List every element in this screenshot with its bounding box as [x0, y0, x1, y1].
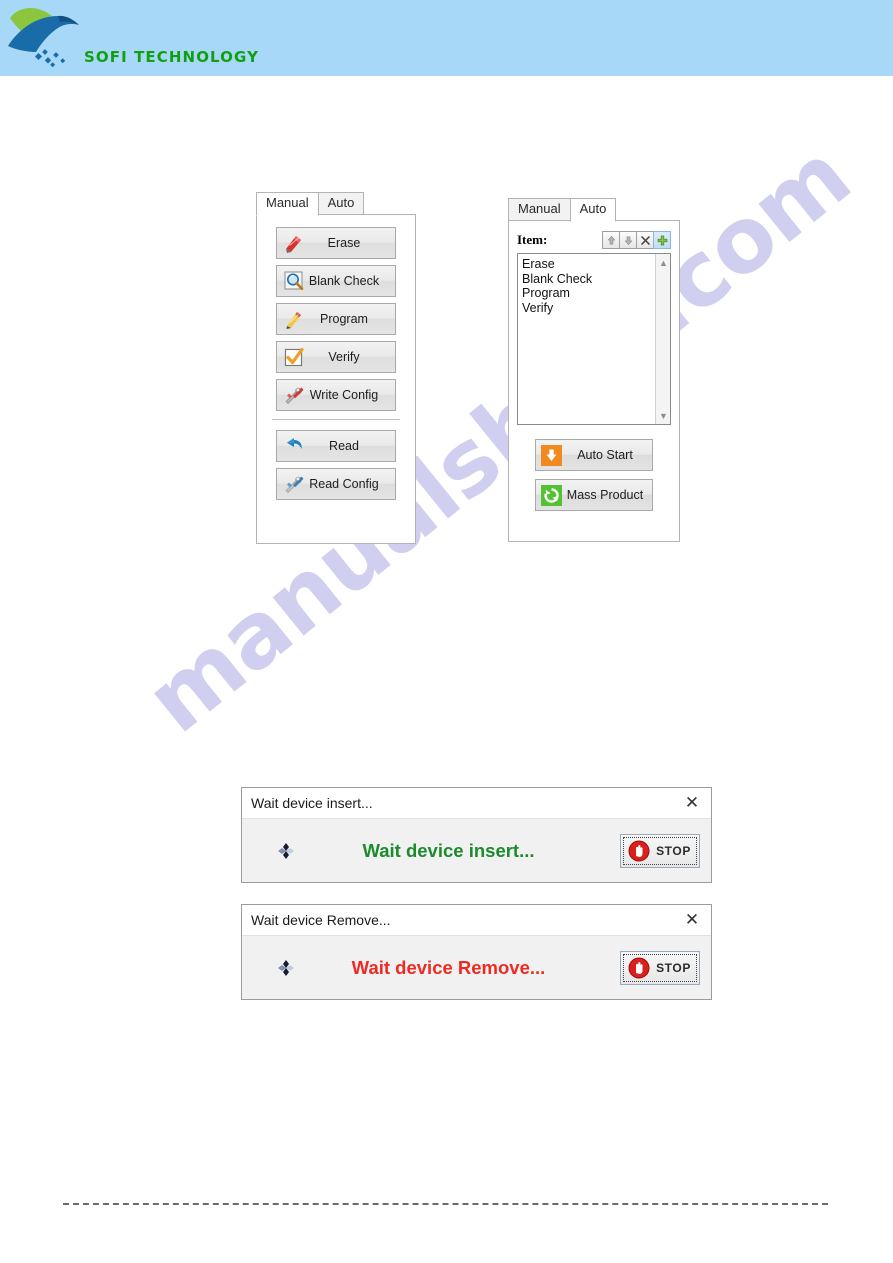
- tab-manual[interactable]: Manual: [256, 192, 319, 216]
- page-header: SOFI TECHNOLOGY: [0, 0, 893, 76]
- erase-button[interactable]: Erase: [276, 227, 396, 259]
- program-button[interactable]: Program: [276, 303, 396, 335]
- list-item[interactable]: Program: [522, 286, 655, 301]
- tab-manual-2[interactable]: Manual: [508, 198, 571, 221]
- bird-logo: [8, 8, 79, 68]
- stop-hand-icon: [627, 956, 651, 980]
- dialog-titlebar: Wait device Remove... ✕: [242, 905, 711, 936]
- read-config-button[interactable]: Read Config: [276, 468, 396, 500]
- busy-spinner-icon: [275, 957, 297, 979]
- row-read: Read: [257, 430, 415, 462]
- stop-button-label: STOP: [656, 960, 691, 975]
- dialog-message: Wait device Remove...: [351, 956, 546, 978]
- dialog-titlebar: Wait device insert... ✕: [242, 788, 711, 819]
- auto-start-button-label: Auto Start: [577, 448, 633, 462]
- dialog-title: Wait device insert...: [251, 795, 373, 811]
- row-write-config: Write Config: [257, 379, 415, 411]
- list-item[interactable]: Verify: [522, 301, 655, 316]
- page-root: SOFI TECHNOLOGY manualshive.com Manual A…: [0, 0, 893, 1263]
- scroll-down-icon[interactable]: ▼: [656, 408, 670, 423]
- tools-gray-icon: [283, 473, 305, 495]
- stop-button-label: STOP: [656, 843, 691, 858]
- tab-auto-2[interactable]: Auto: [569, 198, 617, 222]
- manual-panel-tabstrip: Manual Auto: [256, 192, 416, 216]
- item-listbox[interactable]: Erase Blank Check Program Verify ▲ ▼: [517, 253, 671, 425]
- dialog-body: Wait device insert... STOP: [242, 819, 711, 882]
- pencil-icon: [283, 308, 305, 330]
- row-blank-check: Blank Check: [257, 265, 415, 297]
- x-icon: [640, 235, 650, 245]
- scroll-up-icon[interactable]: ▲: [656, 255, 670, 270]
- tools-icon: [283, 384, 305, 406]
- manual-tab-panel: Manual Auto Erase Blank Check Program Ve…: [256, 192, 416, 544]
- refresh-icon: [541, 484, 562, 506]
- manual-section-divider: [272, 419, 400, 420]
- manual-panel-body: Erase Blank Check Program Verify Write C…: [256, 214, 416, 544]
- busy-spinner-icon: [275, 840, 297, 862]
- tab-auto[interactable]: Auto: [317, 192, 365, 215]
- dialog-body: Wait device Remove... STOP: [242, 936, 711, 999]
- auto-start-button[interactable]: Auto Start: [535, 439, 653, 471]
- dialog-message: Wait device insert...: [362, 839, 535, 861]
- mass-product-button-label: Mass Product: [566, 488, 644, 502]
- arrow-down-icon: [624, 235, 632, 245]
- wait-device-insert-dialog: Wait device insert... ✕ Wait device inse…: [241, 787, 712, 883]
- item-toolbar: Item:: [509, 229, 679, 253]
- read-button[interactable]: Read: [276, 430, 396, 462]
- list-item[interactable]: Blank Check: [522, 272, 655, 287]
- row-program: Program: [257, 303, 415, 335]
- item-list: Erase Blank Check Program Verify: [518, 254, 655, 424]
- auto-panel-tabstrip: Manual Auto: [508, 198, 680, 222]
- checkbox-check-icon: [283, 346, 305, 368]
- verify-button[interactable]: Verify: [276, 341, 396, 373]
- mass-product-button[interactable]: Mass Product: [535, 479, 653, 511]
- eraser-icon: [283, 232, 305, 254]
- magnifier-icon: [283, 270, 305, 292]
- close-icon[interactable]: ✕: [679, 908, 705, 932]
- wait-device-remove-dialog: Wait device Remove... ✕ Wait device Remo…: [241, 904, 712, 1000]
- watermark-text: manualshive.com: [126, 123, 870, 754]
- footer-divider: [63, 1203, 828, 1205]
- move-down-button[interactable]: [619, 231, 637, 249]
- row-erase: Erase: [257, 227, 415, 259]
- row-read-config: Read Config: [257, 468, 415, 500]
- brand-name: SOFI TECHNOLOGY: [84, 48, 260, 66]
- stop-hand-icon: [627, 839, 651, 863]
- stop-button[interactable]: STOP: [620, 833, 700, 868]
- auto-panel-body: Item: Erase Blank Check Program Verify ▲…: [508, 220, 680, 542]
- listbox-scrollbar[interactable]: ▲ ▼: [655, 254, 670, 424]
- add-item-button[interactable]: [653, 231, 671, 249]
- undo-arrow-icon: [283, 435, 305, 457]
- arrow-up-icon: [607, 235, 615, 245]
- close-icon[interactable]: ✕: [679, 791, 705, 815]
- row-verify: Verify: [257, 341, 415, 373]
- auto-tab-panel: Manual Auto Item: Erase Blank Check Prog…: [508, 198, 680, 542]
- blank-check-button[interactable]: Blank Check: [276, 265, 396, 297]
- stop-button[interactable]: STOP: [620, 950, 700, 985]
- dialog-title: Wait device Remove...: [251, 912, 391, 928]
- move-up-button[interactable]: [602, 231, 620, 249]
- plus-icon: [657, 235, 667, 245]
- remove-item-button[interactable]: [636, 231, 654, 249]
- download-arrow-icon: [541, 444, 562, 466]
- write-config-button[interactable]: Write Config: [276, 379, 396, 411]
- list-item[interactable]: Erase: [522, 257, 655, 272]
- item-label: Item:: [517, 232, 548, 247]
